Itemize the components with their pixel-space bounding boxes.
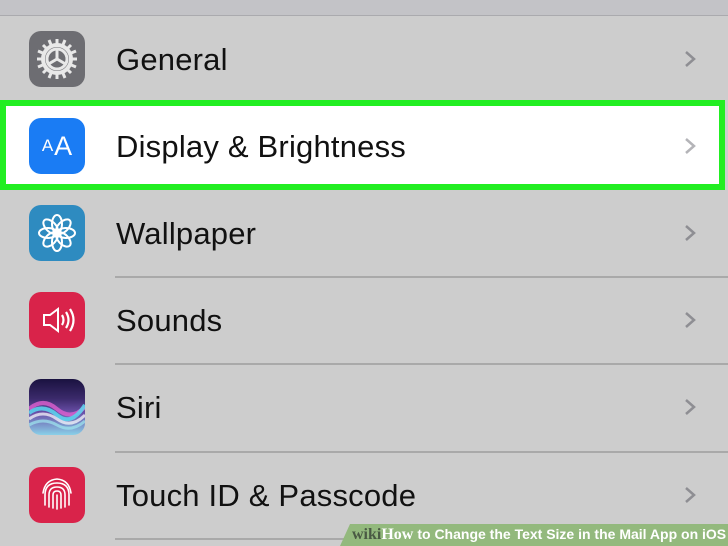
settings-row-label: General xyxy=(116,42,228,77)
chevron-right-icon xyxy=(685,312,696,328)
watermark-brand-how: How xyxy=(381,526,414,543)
chevron-right-icon xyxy=(685,138,696,154)
chevron-right-icon xyxy=(685,399,696,415)
fingerprint-icon xyxy=(29,467,85,523)
settings-row-wallpaper[interactable]: Wallpaper xyxy=(0,190,728,277)
settings-row-label: Sounds xyxy=(116,303,223,338)
text-size-icon: AA xyxy=(29,118,85,174)
chevron-right-icon xyxy=(685,225,696,241)
settings-row-sounds[interactable]: Sounds xyxy=(0,277,728,364)
chevron-right-icon xyxy=(685,51,696,67)
settings-row-label: Siri xyxy=(116,390,162,425)
speaker-icon xyxy=(29,292,85,348)
watermark-brand-wiki: wiki xyxy=(352,526,382,543)
settings-row-siri[interactable]: Siri xyxy=(0,364,728,451)
settings-row-display-brightness[interactable]: AA Display & Brightness xyxy=(0,103,728,190)
flower-icon xyxy=(29,205,85,261)
siri-icon xyxy=(29,379,85,435)
watermark-title: to Change the Text Size in the Mail App … xyxy=(417,526,727,542)
settings-row-general[interactable]: General xyxy=(0,16,728,103)
gear-icon xyxy=(29,31,85,87)
watermark-banner: wikiHow to Change the Text Size in the Ma… xyxy=(340,524,728,546)
settings-row-label: Wallpaper xyxy=(116,216,257,251)
top-band xyxy=(0,0,728,16)
chevron-right-icon xyxy=(685,487,696,503)
settings-row-label: Display & Brightness xyxy=(116,129,407,164)
